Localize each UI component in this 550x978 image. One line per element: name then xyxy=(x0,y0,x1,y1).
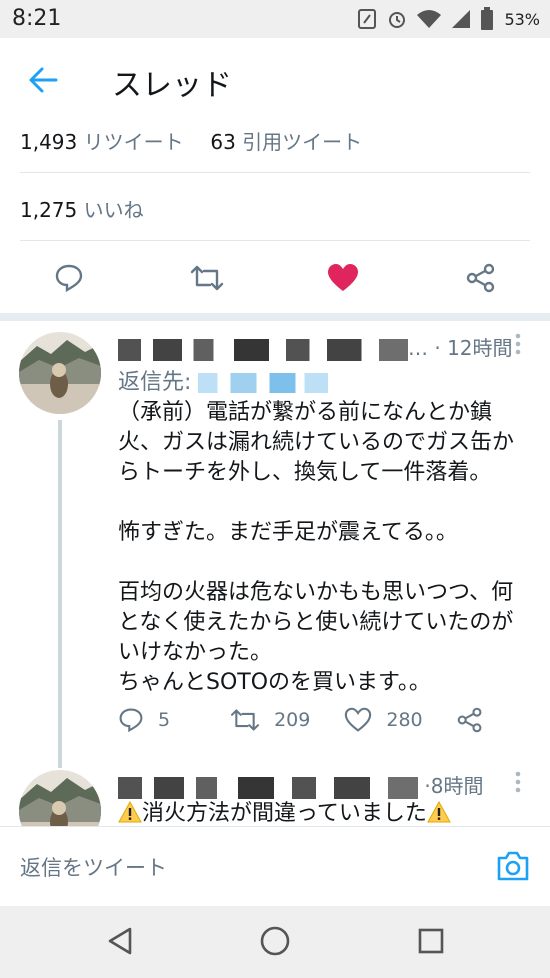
nav-recents-icon[interactable] xyxy=(418,928,444,954)
thread-line xyxy=(58,420,62,768)
status-time: 8:21 xyxy=(12,6,62,31)
avatar-photo xyxy=(19,332,101,414)
like-stats[interactable]: 1,275 いいね xyxy=(20,194,144,223)
quotes-label: 引用ツイート xyxy=(242,130,363,154)
reply-icon[interactable] xyxy=(54,263,84,293)
tweet-text-preview: 消火方法が間違っていました xyxy=(118,800,451,828)
retweet-count: 209 xyxy=(274,709,311,731)
like-count: 280 xyxy=(386,709,423,731)
warning-icon xyxy=(427,800,451,823)
reply-header: … · 12時間 xyxy=(118,332,513,361)
heart-outline-icon xyxy=(345,707,372,732)
redacted-author-name[interactable] xyxy=(118,776,418,799)
like-icon-filled[interactable] xyxy=(327,263,359,293)
app-header xyxy=(0,38,550,120)
likes-label: いいね xyxy=(83,198,144,222)
nfc-icon xyxy=(358,9,377,29)
tweet-action-bar xyxy=(0,241,550,313)
reply-header: ·8時間 xyxy=(118,770,483,799)
likes-count: 1,275 xyxy=(20,198,78,222)
battery-icon xyxy=(481,7,494,30)
reply-count: 5 xyxy=(158,709,171,731)
redacted-author-name[interactable] xyxy=(118,338,408,361)
retweet-action[interactable]: 209 xyxy=(230,707,310,733)
share-icon xyxy=(457,707,482,733)
name-ellipsis: … xyxy=(408,336,428,360)
page-title: スレッド xyxy=(112,68,232,103)
alarm-icon xyxy=(389,12,406,28)
reply-to-label: 返信先: xyxy=(118,370,192,395)
redacted-reply-handle[interactable] xyxy=(198,373,329,393)
retweet-icon xyxy=(231,709,260,731)
retweet-icon[interactable] xyxy=(190,263,224,293)
retweets-label: リツイート xyxy=(83,130,184,154)
signal-icon xyxy=(452,10,471,28)
more-options-icon[interactable] xyxy=(512,771,524,793)
divider xyxy=(20,172,530,173)
battery-percentage: 53% xyxy=(504,9,540,29)
reply-action-bar: 5 209 280 xyxy=(118,707,483,733)
reply-icon xyxy=(119,708,143,733)
avatar[interactable] xyxy=(19,332,101,414)
status-icons: 53% xyxy=(356,6,540,32)
retweets-count: 1,493 xyxy=(20,130,78,154)
more-options-icon[interactable] xyxy=(512,333,524,355)
back-arrow-icon[interactable] xyxy=(28,66,58,94)
warning-icon xyxy=(118,800,142,823)
reply-input[interactable]: 返信をツイート xyxy=(20,852,167,882)
wifi-icon xyxy=(417,10,442,28)
nav-home-icon[interactable] xyxy=(259,925,291,957)
share-icon[interactable] xyxy=(466,263,496,293)
reply-action[interactable]: 5 xyxy=(118,707,170,733)
share-action[interactable] xyxy=(457,707,483,733)
section-divider xyxy=(0,313,550,321)
retweet-stats[interactable]: 1,493 リツイート 63 引用ツイート xyxy=(20,126,362,155)
reply-time: 8時間 xyxy=(430,774,484,798)
like-action[interactable]: 280 xyxy=(344,707,423,733)
reply-to-line: 返信先: xyxy=(118,364,329,396)
nav-back-icon[interactable] xyxy=(106,926,134,956)
reply-time: · 12時間 xyxy=(434,336,513,360)
tweet-text: 消火方法が間違っていました xyxy=(142,801,427,826)
tweet-text: （承前）電話が繋がる前になんとか鎮 火、ガスは漏れ続けているのでガス缶か らトー… xyxy=(118,400,515,695)
camera-icon[interactable] xyxy=(496,850,530,882)
quotes-count: 63 xyxy=(210,130,236,154)
